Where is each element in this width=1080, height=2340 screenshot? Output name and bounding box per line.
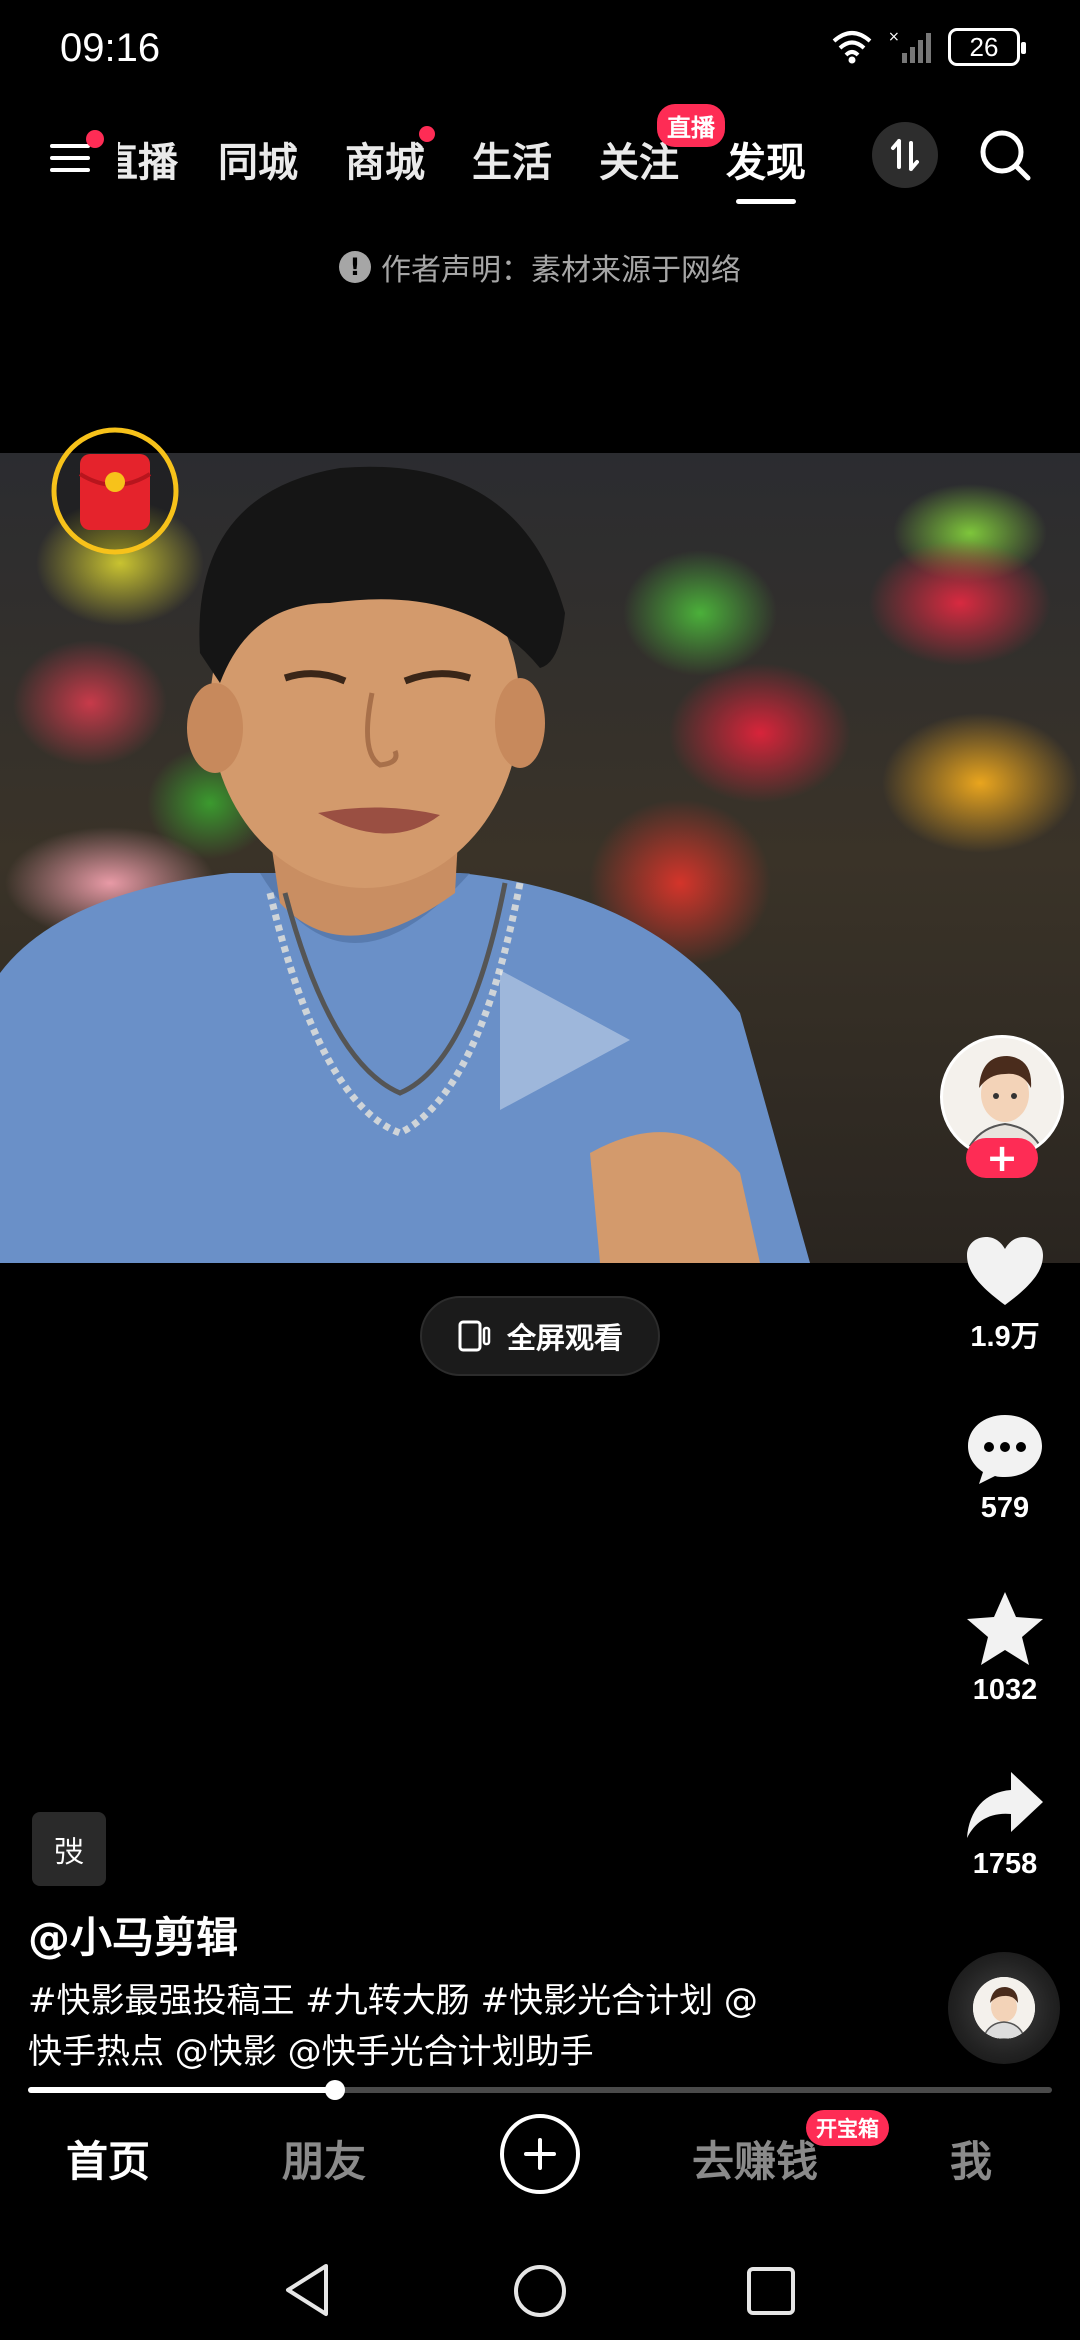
share-count: 1758	[972, 1848, 1038, 1880]
music-avatar-image	[973, 1977, 1035, 2039]
follow-button[interactable]: +	[966, 1138, 1038, 1178]
tab-life[interactable]: 生活	[472, 118, 552, 200]
fullscreen-label: 全屏观看	[506, 1321, 623, 1355]
notice-text: 作者声明：素材来源于网络	[381, 253, 741, 288]
post-description: #快影最强投稿王 #九转大肠 #快影光合计划 @ 快手热点 @快影 @快手光合计…	[28, 1976, 888, 2078]
svg-text:×: ×	[888, 29, 900, 45]
live-badge: 直播	[657, 104, 725, 147]
tab-label: 同城	[218, 140, 298, 186]
info-icon: !	[339, 251, 371, 283]
top-nav: 直播 同城 商城 生活 关注直播 发现	[0, 104, 1080, 204]
battery-indicator: 26	[948, 28, 1026, 66]
nav-home[interactable]: 首页	[66, 2128, 150, 2189]
author-name[interactable]: @小马剪辑	[28, 1904, 238, 1965]
tab-live[interactable]: 直播	[118, 118, 178, 200]
menu-notification-dot	[86, 130, 104, 148]
author-notice: ! 作者声明：素材来源于网络	[0, 245, 1080, 289]
tab-same-city[interactable]: 同城	[218, 118, 298, 200]
wifi-icon	[832, 31, 872, 64]
share-icon	[967, 1772, 1043, 1838]
search-button[interactable]	[974, 124, 1038, 188]
notification-dot	[419, 126, 435, 142]
video-player[interactable]	[0, 453, 1080, 1263]
like-button[interactable]: 1.9万	[940, 1235, 1070, 1355]
favorite-button[interactable]: 1032	[940, 1590, 1070, 1707]
nav-friends[interactable]: 朋友	[282, 2128, 366, 2189]
rotate-screen-icon	[458, 1320, 491, 1352]
description-line[interactable]: 快手热点 @快影 @快手光合计划助手	[28, 2027, 888, 2078]
system-nav-bar	[0, 2240, 1080, 2340]
tab-label: 发现	[726, 140, 806, 186]
tab-label: 关注	[599, 140, 679, 186]
back-icon[interactable]	[282, 2262, 332, 2318]
treasure-box-badge: 开宝箱	[806, 2110, 889, 2146]
progress-fill	[28, 2087, 336, 2093]
fullscreen-button[interactable]: 全屏观看	[420, 1296, 660, 1376]
home-circle-icon[interactable]	[513, 2264, 567, 2318]
comment-button[interactable]: 579	[940, 1412, 1070, 1525]
favorite-count: 1032	[972, 1674, 1038, 1706]
progress-thumb[interactable]	[325, 2080, 346, 2100]
search-icon	[980, 130, 1031, 181]
swap-icon	[891, 139, 919, 171]
feed-switch-button[interactable]	[872, 122, 938, 188]
music-avatar	[973, 1977, 1035, 2039]
status-bar: 09:16 × 26	[0, 0, 1080, 100]
nav-me[interactable]: 我	[950, 2128, 992, 2189]
music-disc[interactable]	[948, 1952, 1060, 2064]
create-button[interactable]	[500, 2114, 580, 2194]
plus-icon	[524, 2138, 556, 2170]
status-time: 09:16	[60, 26, 161, 70]
recents-icon[interactable]	[746, 2266, 796, 2316]
tab-discover[interactable]: 发现	[726, 118, 806, 204]
tab-label: 生活	[472, 140, 552, 186]
menu-icon[interactable]	[50, 130, 104, 176]
top-tabs: 直播 同城 商城 生活 关注直播 发现	[118, 104, 853, 204]
play-icon[interactable]	[490, 960, 640, 1120]
nav-earn[interactable]: 去赚钱	[692, 2128, 818, 2189]
like-count: 1.9万	[970, 1321, 1040, 1353]
comment-icon	[968, 1415, 1042, 1484]
star-icon	[967, 1592, 1043, 1665]
red-envelope-icon[interactable]	[50, 426, 180, 556]
video-progress-bar[interactable]	[28, 2080, 1052, 2100]
tab-following[interactable]: 关注 直播	[599, 104, 725, 200]
description-line[interactable]: #快影最强投稿王 #九转大肠 #快影光合计划 @	[28, 1976, 888, 2027]
comment-count: 579	[980, 1492, 1030, 1524]
video-frame-person	[0, 466, 810, 1263]
heart-icon	[967, 1237, 1043, 1305]
share-button[interactable]: 1758	[940, 1770, 1070, 1881]
status-icons: × 26	[830, 28, 1026, 66]
tag-chip[interactable]: 弢	[32, 1812, 106, 1886]
tab-mall[interactable]: 商城	[345, 118, 435, 200]
signal-icon: ×	[888, 29, 931, 63]
bottom-nav: 首页 朋友 去赚钱 开宝箱 我	[0, 2110, 1080, 2206]
tab-label: 商城	[345, 140, 425, 186]
